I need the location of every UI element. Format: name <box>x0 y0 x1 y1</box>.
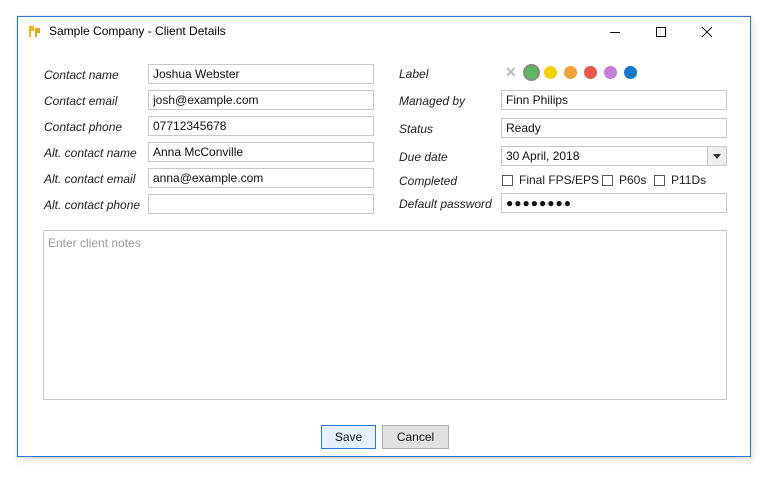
maximize-button[interactable] <box>638 17 684 47</box>
alt-contact-email-label: Alt. contact email <box>44 172 136 186</box>
title-bar[interactable]: Sample Company - Client Details <box>18 17 750 47</box>
label-color-blue[interactable] <box>624 66 637 79</box>
contact-name-label: Contact name <box>44 68 119 82</box>
label-label: Label <box>399 67 429 81</box>
label-color-purple[interactable] <box>604 66 617 79</box>
due-date-select[interactable]: 30 April, 2018 <box>501 146 727 166</box>
alt-contact-phone-input[interactable] <box>148 194 374 214</box>
final-fps-eps-label: Final FPS/EPS <box>519 173 600 187</box>
minimize-icon <box>610 32 620 33</box>
default-password-label: Default password <box>399 197 492 211</box>
label-color-green[interactable] <box>523 64 540 81</box>
status-label: Status <box>399 122 434 136</box>
dropdown-arrow[interactable] <box>707 147 726 165</box>
p11ds-checkbox[interactable] <box>654 175 665 186</box>
alt-contact-phone-label: Alt. contact phone <box>44 198 141 212</box>
p11ds-label: P11Ds <box>671 173 707 187</box>
due-date-value: 30 April, 2018 <box>506 149 580 163</box>
p60s-checkbox[interactable] <box>602 175 613 186</box>
save-button[interactable]: Save <box>321 425 376 449</box>
window-title: Sample Company - Client Details <box>49 24 226 38</box>
clear-label-icon[interactable]: ✕ <box>505 64 517 81</box>
label-color-orange[interactable] <box>564 66 577 79</box>
contact-name-input[interactable] <box>148 64 374 84</box>
contact-phone-label: Contact phone <box>44 120 123 134</box>
status-input[interactable] <box>501 118 727 138</box>
managed-by-input[interactable] <box>501 90 727 110</box>
label-color-yellow[interactable] <box>544 66 557 79</box>
due-date-label: Due date <box>399 150 448 164</box>
alt-contact-name-input[interactable] <box>148 142 374 162</box>
close-button[interactable] <box>684 17 730 47</box>
alt-contact-email-input[interactable] <box>148 168 374 188</box>
completed-label: Completed <box>399 174 458 188</box>
managed-by-label: Managed by <box>399 94 466 108</box>
client-notes-textarea[interactable] <box>43 230 727 400</box>
maximize-icon <box>656 27 666 37</box>
contact-email-label: Contact email <box>44 94 118 108</box>
contact-email-input[interactable] <box>148 90 374 110</box>
p60s-label: P60s <box>619 173 647 187</box>
chevron-down-icon <box>713 153 721 159</box>
app-logo-icon <box>29 26 40 37</box>
minimize-button[interactable] <box>592 17 638 47</box>
default-password-input[interactable]: ●●●●●●●● <box>501 193 727 213</box>
contact-phone-input[interactable] <box>148 116 374 136</box>
client-details-window: Sample Company - Client Details Contact … <box>17 16 751 457</box>
label-color-red[interactable] <box>584 66 597 79</box>
alt-contact-name-label: Alt. contact name <box>44 146 137 160</box>
final-fps-eps-checkbox[interactable] <box>502 175 513 186</box>
cancel-button[interactable]: Cancel <box>382 425 449 449</box>
close-icon <box>702 27 712 37</box>
